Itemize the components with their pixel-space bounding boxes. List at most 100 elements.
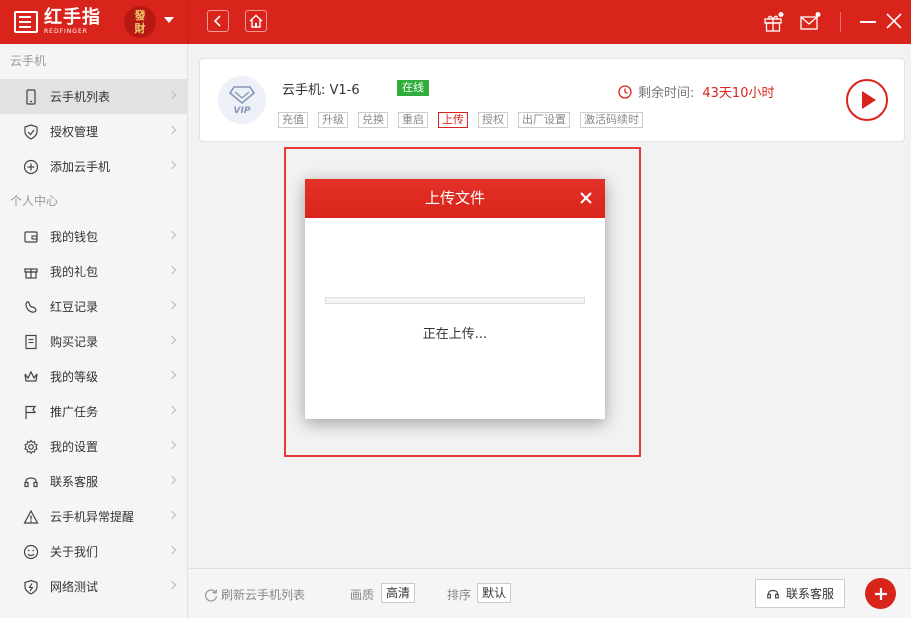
upload-status: 正在上传... xyxy=(422,327,488,342)
sidebar-item-label: 云手机异常提醒 xyxy=(50,510,135,524)
sidebar-item-label: 添加云手机 xyxy=(50,160,111,174)
contact-support-label: 联系客服 xyxy=(785,587,834,601)
smile-icon xyxy=(22,543,40,561)
minimize-icon[interactable] xyxy=(860,21,876,23)
message-icon[interactable] xyxy=(799,11,821,33)
sidebar-item-auth[interactable]: 授权管理 xyxy=(0,114,187,149)
sidebar-item-label: 联系客服 xyxy=(50,475,99,489)
sidebar-item-level[interactable]: 我的等级 xyxy=(0,359,187,394)
contact-support-button[interactable]: 联系客服 xyxy=(755,579,845,608)
sidebar-item-about[interactable]: 关于我们 xyxy=(0,534,187,569)
chevron-right-icon xyxy=(167,545,177,555)
restart-button[interactable]: 重启 xyxy=(398,112,428,128)
logo-name: 红手指 xyxy=(44,7,101,28)
sidebar-item-label: 关于我们 xyxy=(50,545,99,559)
recharge-button[interactable]: 充值 xyxy=(278,112,308,128)
dialog-title: 上传文件 xyxy=(424,189,485,207)
sidebar-item-label: 红豆记录 xyxy=(50,300,99,314)
sidebar-item-purchases[interactable]: 购买记录 xyxy=(0,324,187,359)
user-avatar[interactable]: 發 財 xyxy=(124,6,156,38)
vip-badge-icon: VIP xyxy=(228,86,256,115)
chevron-right-icon xyxy=(167,125,177,135)
gift-icon[interactable] xyxy=(762,11,784,33)
back-button[interactable] xyxy=(207,10,229,32)
logo-icon xyxy=(14,11,38,33)
upload-progress-bar xyxy=(325,297,585,304)
quality-label: 画质 xyxy=(350,588,375,602)
sidebar-item-wallet[interactable]: 我的钱包 xyxy=(0,219,187,254)
sidebar-item-label: 云手机列表 xyxy=(50,90,111,104)
account-dropdown-icon[interactable] xyxy=(164,17,174,23)
sidebar-item-phone-list[interactable]: 云手机列表 xyxy=(0,79,187,114)
sort-select[interactable]: 默认 xyxy=(477,583,512,603)
gift-icon xyxy=(22,263,40,281)
remaining-label: 剩余时间: xyxy=(638,86,695,101)
upgrade-button[interactable]: 升级 xyxy=(318,112,348,128)
factory-reset-button[interactable]: 出厂设置 xyxy=(518,112,570,128)
refresh-list-button[interactable]: 刷新云手机列表 xyxy=(203,586,305,603)
refresh-icon xyxy=(204,588,218,602)
home-button[interactable] xyxy=(245,10,267,32)
plus-circle-icon xyxy=(22,158,40,176)
play-icon xyxy=(862,91,876,109)
crown-icon xyxy=(22,368,40,386)
chevron-right-icon xyxy=(167,440,177,450)
section-title-cloud: 云手机 xyxy=(10,54,47,68)
close-window-icon[interactable] xyxy=(885,12,903,30)
device-actions: 充值 升级 兑换 重启 上传 授权 出厂设置 激活码续时 xyxy=(278,112,653,128)
upload-dialog: 上传文件 正在上传... xyxy=(305,179,605,419)
chevron-right-icon xyxy=(167,160,177,170)
sidebar-item-alerts[interactable]: 云手机异常提醒 xyxy=(0,499,187,534)
app-logo: 红手指 REDFINGER xyxy=(14,8,101,36)
phone-icon xyxy=(22,88,40,106)
refresh-label: 刷新云手机列表 xyxy=(221,588,306,602)
redeem-button[interactable]: 兑换 xyxy=(358,112,388,128)
bean-icon xyxy=(22,298,40,316)
plus-icon xyxy=(874,587,887,600)
quality-select[interactable]: 高清 xyxy=(381,583,416,603)
title-bar: 红手指 REDFINGER 發 財 xyxy=(0,0,911,44)
svg-text:VIP: VIP xyxy=(234,106,251,115)
upload-button[interactable]: 上传 xyxy=(438,112,468,128)
header-divider xyxy=(188,0,189,44)
sidebar-item-label: 我的礼包 xyxy=(50,265,99,279)
remaining-value: 43天10小时 xyxy=(702,86,775,101)
close-icon[interactable] xyxy=(579,191,593,205)
chevron-right-icon xyxy=(167,230,177,240)
chevron-right-icon xyxy=(167,510,177,520)
sidebar-item-add-phone[interactable]: 添加云手机 xyxy=(0,149,187,184)
play-button[interactable] xyxy=(846,79,888,121)
warning-icon xyxy=(22,508,40,526)
activation-code-button[interactable]: 激活码续时 xyxy=(580,112,643,128)
chevron-left-icon xyxy=(213,15,221,27)
sidebar-item-beans[interactable]: 红豆记录 xyxy=(0,289,187,324)
chevron-right-icon xyxy=(167,300,177,310)
chevron-right-icon xyxy=(167,335,177,345)
chevron-right-icon xyxy=(167,370,177,380)
remaining-time: 剩余时间: 43天10小时 xyxy=(618,82,774,101)
avatar-char-2: 財 xyxy=(134,22,146,35)
sidebar-item-label: 我的钱包 xyxy=(50,230,99,244)
headset-icon xyxy=(22,473,40,491)
home-icon xyxy=(249,14,263,28)
chevron-right-icon xyxy=(167,265,177,275)
authorize-button[interactable]: 授权 xyxy=(478,112,508,128)
footer-bar: 刷新云手机列表 画质 高清 排序 默认 联系客服 xyxy=(189,568,911,618)
clock-icon xyxy=(618,84,632,99)
sidebar-item-gift[interactable]: 我的礼包 xyxy=(0,254,187,289)
vip-avatar: VIP xyxy=(218,76,266,124)
sidebar-item-label: 网络测试 xyxy=(50,580,99,594)
device-name: 云手机: V1-6 xyxy=(282,83,360,98)
sidebar-item-settings[interactable]: 我的设置 xyxy=(0,429,187,464)
lightning-icon xyxy=(22,578,40,596)
add-device-button[interactable] xyxy=(865,578,896,609)
device-card[interactable]: VIP 云手机: V1-6 在线 充值 升级 兑换 重启 上传 授权 出厂设置 … xyxy=(199,58,905,142)
chevron-right-icon xyxy=(167,580,177,590)
status-badge: 在线 xyxy=(397,80,429,96)
sidebar-item-network-test[interactable]: 网络测试 xyxy=(0,569,187,604)
shield-icon xyxy=(22,123,40,141)
gear-icon xyxy=(22,438,40,456)
sidebar-item-promotion[interactable]: 推广任务 xyxy=(0,394,187,429)
sidebar-item-label: 我的设置 xyxy=(50,440,99,454)
sidebar-item-support[interactable]: 联系客服 xyxy=(0,464,187,499)
